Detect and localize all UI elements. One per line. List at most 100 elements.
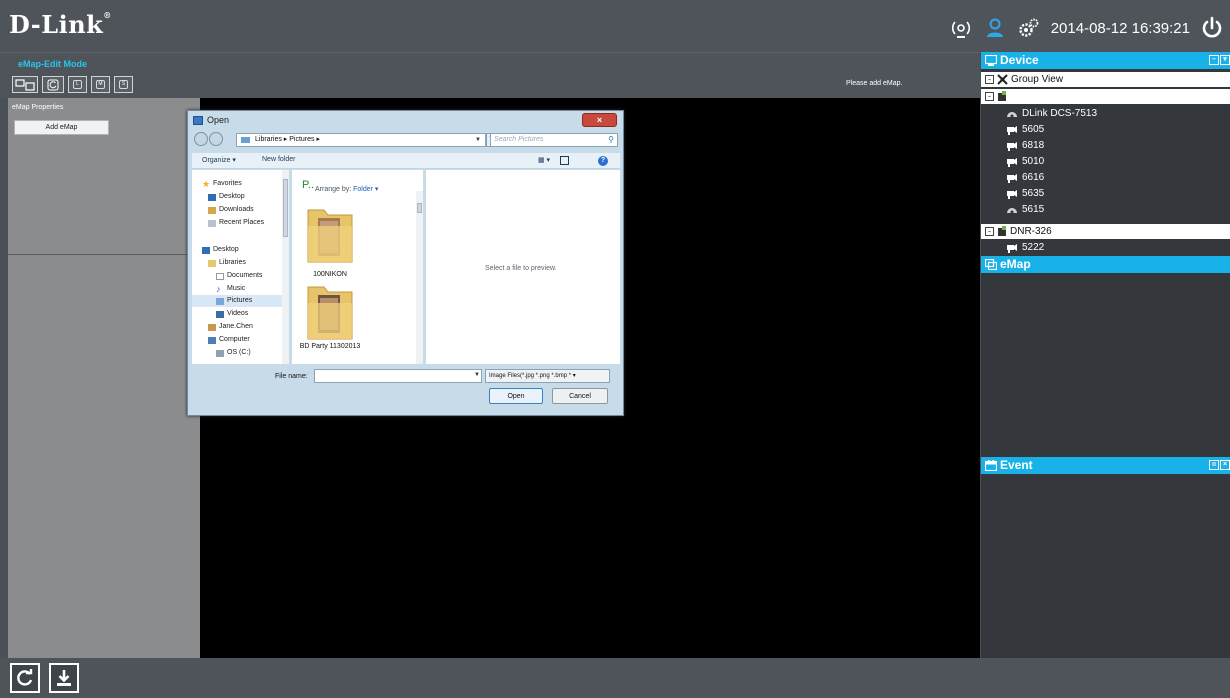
dock-button[interactable]: ▾: [1220, 55, 1230, 65]
file-list-scrollbar[interactable]: [416, 191, 423, 364]
dialog-title: Open: [207, 115, 230, 125]
power-icon[interactable]: [1200, 16, 1224, 40]
back-button[interactable]: [194, 132, 208, 146]
nav-item-pictures[interactable]: Pictures: [216, 295, 252, 307]
open-file-dialog: Open × Libraries ▸ Pictures ▸ ▼ ↻ Search…: [187, 110, 624, 416]
filename-label: File name:: [275, 373, 308, 380]
group-view-row[interactable]: - Group View: [981, 72, 1230, 87]
camera-icon: [1007, 141, 1017, 151]
refresh-tool-button[interactable]: [42, 76, 64, 93]
chevron-down-icon[interactable]: ▼: [474, 372, 480, 378]
organize-menu[interactable]: Organize ▾: [202, 156, 236, 164]
nav-item-recent-places[interactable]: Recent Places: [208, 217, 264, 229]
arrange-by: Arrange by: Folder ▾: [315, 186, 379, 193]
library-icon: [241, 137, 250, 143]
large-size-button[interactable]: L: [68, 76, 87, 93]
scrollbar-thumb[interactable]: [283, 179, 288, 237]
event-panel-header: Event ıı ×: [981, 457, 1230, 474]
nav-item-os-drive[interactable]: OS (C:): [216, 347, 251, 359]
device-item[interactable]: 6616: [1007, 170, 1044, 185]
dome-camera-icon: [1007, 111, 1017, 117]
open-button[interactable]: Open: [489, 388, 543, 404]
calendar-icon: [985, 460, 997, 471]
chevron-down-icon[interactable]: ▼: [475, 134, 481, 146]
cancel-button[interactable]: Cancel: [552, 388, 608, 404]
help-icon[interactable]: ?: [598, 156, 608, 166]
network-icon[interactable]: [949, 16, 973, 40]
nav-item-user[interactable]: Jane.Chen: [208, 321, 253, 333]
search-icon: ⚲: [608, 135, 614, 144]
refresh-icon: [17, 669, 33, 686]
device-panel-controls: – ▾: [1209, 55, 1230, 65]
preview-pane-icon[interactable]: [560, 156, 569, 165]
monitor-icon: [985, 55, 997, 66]
star-icon: ★: [202, 178, 211, 189]
folder-bd-party-icon[interactable]: [304, 283, 356, 343]
nav-item-music[interactable]: ♪ Music: [216, 283, 245, 295]
user-icon[interactable]: [983, 16, 1007, 40]
documents-icon: [216, 272, 224, 280]
preview-pane: Select a file to preview.: [426, 170, 620, 364]
nav-item-documents[interactable]: Documents: [216, 270, 262, 282]
new-folder-button[interactable]: New folder: [262, 156, 295, 163]
device-item[interactable]: 5615: [1007, 202, 1044, 217]
device-group-row[interactable]: -: [981, 89, 1230, 104]
change-view-icon[interactable]: ▦ ▾: [538, 156, 550, 164]
emap-toolbar: L M S: [12, 76, 133, 93]
recent-places-icon: [208, 219, 216, 227]
collapse-toggle[interactable]: -: [985, 92, 994, 101]
camera-group-tool-button[interactable]: [12, 76, 38, 93]
group-view-label: Group View: [1011, 74, 1064, 85]
event-panel-controls: ıı ×: [1209, 460, 1230, 470]
properties-title: eMap Properties: [12, 104, 64, 111]
collapse-toggle[interactable]: -: [985, 75, 994, 84]
forward-button[interactable]: [209, 132, 223, 146]
small-size-button[interactable]: S: [114, 76, 133, 93]
music-icon: ♪: [216, 283, 221, 294]
nvr-group-row[interactable]: - DNR-326: [981, 224, 1230, 239]
datetime-display: 2014-08-12 16:39:21: [1050, 19, 1190, 37]
device-item[interactable]: 5010: [1007, 154, 1044, 169]
downloads-icon: [208, 206, 216, 214]
nav-item-videos[interactable]: Videos: [216, 308, 248, 320]
file-type-select[interactable]: Image Files(*.jpg *.png *.bmp * ▾: [485, 369, 610, 383]
save-button[interactable]: [49, 663, 79, 693]
emap-panel-title: eMap: [1000, 257, 1031, 271]
pause-button[interactable]: ıı: [1209, 460, 1219, 470]
nav-item-desktop-root[interactable]: Desktop: [202, 244, 239, 256]
command-bar: Organize ▾ New folder ▦ ▾ ?: [192, 153, 620, 169]
nav-item-computer[interactable]: Computer: [208, 334, 250, 346]
scrollbar-thumb[interactable]: [417, 203, 422, 213]
minimize-button[interactable]: –: [1209, 55, 1219, 65]
arrange-by-dropdown[interactable]: Folder ▾: [353, 186, 378, 193]
videos-icon: [216, 310, 224, 318]
top-right-toolbar: 2014-08-12 16:39:21: [949, 16, 1224, 40]
close-button[interactable]: ×: [582, 113, 617, 127]
folder-label: 100NIKON: [313, 271, 347, 278]
emap-panel-header: eMap: [981, 256, 1230, 273]
nav-item-libraries[interactable]: Libraries: [208, 257, 246, 269]
device-item[interactable]: 6818: [1007, 138, 1044, 153]
mode-title: eMap-Edit Mode: [18, 59, 87, 69]
device-item[interactable]: 5635: [1007, 186, 1044, 201]
address-bar[interactable]: Libraries ▸ Pictures ▸ ▼: [236, 133, 486, 147]
bottom-bar: [0, 658, 1230, 698]
nav-scrollbar[interactable]: [282, 170, 289, 364]
search-input[interactable]: Search Pictures ⚲: [490, 133, 618, 147]
device-item[interactable]: 5222: [1007, 240, 1044, 255]
nav-item-downloads[interactable]: Downloads: [208, 204, 254, 216]
collapse-toggle[interactable]: -: [985, 227, 994, 236]
clear-button[interactable]: ×: [1220, 460, 1230, 470]
refresh-button[interactable]: [10, 663, 40, 693]
settings-gear-icon[interactable]: [1017, 16, 1041, 40]
add-emap-button[interactable]: Add eMap: [14, 120, 109, 135]
folder-100nikon-icon[interactable]: [304, 206, 356, 266]
medium-size-button[interactable]: M: [91, 76, 110, 93]
file-list-pane: P.. Arrange by: Folder ▾ 100NIKON BD Par…: [292, 170, 423, 364]
device-item[interactable]: 5605: [1007, 122, 1044, 137]
nav-item-favorites[interactable]: ★ Favorites: [202, 178, 242, 190]
device-item[interactable]: DLink DCS-7513: [1007, 106, 1097, 121]
right-panel: Device – ▾ - Group View - DLink DCS-7513…: [981, 52, 1230, 658]
filename-input[interactable]: [314, 369, 482, 383]
nav-item-desktop[interactable]: Desktop: [208, 191, 245, 203]
